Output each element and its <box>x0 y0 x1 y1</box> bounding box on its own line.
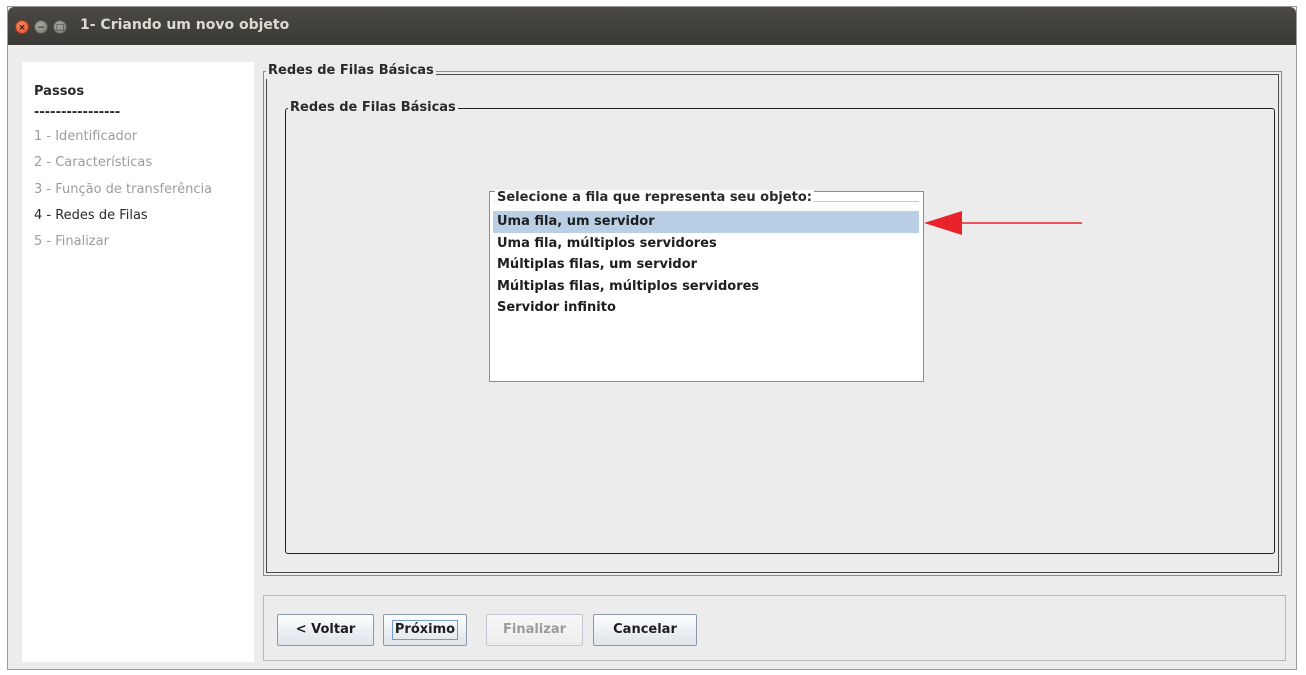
list-items: Uma fila, um servidor Uma fila, múltiplo… <box>493 211 919 319</box>
maximize-window-button[interactable]: □ <box>53 20 67 34</box>
steps-heading: Passos <box>34 84 85 99</box>
back-button[interactable]: < Voltar <box>277 614 374 646</box>
list-title-border <box>494 201 919 202</box>
inner-panel-title: Redes de Filas Básicas <box>288 100 458 116</box>
step-funcao-transferencia: 3 - Função de transferência <box>34 182 213 197</box>
wizard-window: × − □ 1- Criando um novo objeto Passos -… <box>7 6 1297 670</box>
next-button[interactable]: Próximo <box>383 614 467 646</box>
annotation-arrow-icon <box>924 211 1082 235</box>
next-button-label: Próximo <box>391 620 459 640</box>
list-item-multiplas-filas-um-servidor[interactable]: Múltiplas filas, um servidor <box>493 254 919 276</box>
steps-sidebar: Passos ---------------- 1 - Identificado… <box>22 62 254 662</box>
outer-queue-panel: Redes de Filas Básicas Redes de Filas Bá… <box>263 63 1282 576</box>
list-item-uma-fila-multiplos-servidores[interactable]: Uma fila, múltiplos servidores <box>493 233 919 255</box>
close-window-button[interactable]: × <box>15 20 29 34</box>
list-title: Selecione a fila que representa seu obje… <box>495 190 815 206</box>
minimize-window-button[interactable]: − <box>34 20 48 34</box>
step-identificador: 1 - Identificador <box>34 129 138 144</box>
list-item-uma-fila-um-servidor[interactable]: Uma fila, um servidor <box>493 211 919 233</box>
title-bar[interactable]: × − □ 1- Criando um novo objeto <box>8 7 1296 45</box>
step-finalizar: 5 - Finalizar <box>34 234 109 249</box>
step-caracteristicas: 2 - Características <box>34 155 153 170</box>
cancel-button[interactable]: Cancelar <box>593 614 697 646</box>
outer-panel-title: Redes de Filas Básicas <box>266 63 436 79</box>
steps-separator: ---------------- <box>34 105 121 120</box>
window-title: 1- Criando um novo objeto <box>80 17 290 33</box>
list-item-multiplas-filas-multiplos-servidores[interactable]: Múltiplas filas, múltiplos servidores <box>493 276 919 298</box>
finish-button[interactable]: Finalizar <box>486 614 583 646</box>
button-bar: < Voltar Próximo Finalizar Cancelar <box>263 595 1286 661</box>
list-item-servidor-infinito[interactable]: Servidor infinito <box>493 297 919 319</box>
step-redes-de-filas: 4 - Redes de Filas <box>34 208 148 223</box>
queue-type-list[interactable]: Selecione a fila que representa seu obje… <box>489 190 924 382</box>
inner-queue-panel: Redes de Filas Básicas Selecione a fila … <box>285 100 1275 554</box>
